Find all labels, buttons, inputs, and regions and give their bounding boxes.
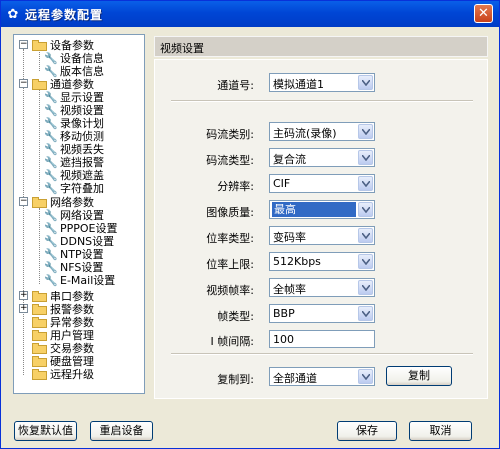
chevron-down-icon[interactable] (358, 306, 373, 321)
tree-item-remote-upgrade[interactable]: 远程升级 (32, 367, 94, 381)
folder-icon (32, 316, 47, 328)
wrench-icon: 🔧 (44, 90, 58, 104)
tree-item-email[interactable]: 🔧 E-Mail设置 (44, 273, 116, 288)
settings-tree[interactable]: − 设备参数 🔧 设备信息 🔧 版本信息 − 通道参数 🔧 显示设置 🔧 视频设… (13, 34, 145, 394)
folder-icon (32, 329, 47, 341)
channel-value: 模拟通道1 (273, 78, 324, 91)
folder-icon (32, 368, 47, 380)
frame-rate-value: 全帧率 (273, 283, 306, 296)
folder-icon (32, 342, 47, 354)
resolution-select[interactable]: CIF (269, 174, 375, 193)
bitrate-limit-value: 512Kbps (273, 255, 321, 268)
folder-icon (32, 290, 47, 302)
restart-device-button[interactable]: 重启设备 (90, 421, 153, 441)
stream-category-select[interactable]: 主码流(录像) (269, 122, 375, 141)
wrench-icon: 🔧 (44, 142, 58, 156)
remote-config-window: ✿ 远程参数配置 ✕ − 设备参数 🔧 设备信息 🔧 版本信息 − 通道参数 🔧… (0, 0, 500, 449)
resolution-value: CIF (273, 177, 291, 190)
wrench-icon: 🔧 (44, 51, 58, 65)
stream-type-select[interactable]: 复合流 (269, 148, 375, 167)
bitrate-limit-select[interactable]: 512Kbps (269, 252, 375, 271)
wrench-icon: 🔧 (44, 208, 58, 222)
wrench-icon: 🔧 (44, 116, 58, 130)
i-frame-interval-label: I 帧间隔: (210, 335, 254, 348)
chevron-down-icon[interactable] (358, 150, 373, 165)
collapse-icon[interactable]: − (19, 40, 28, 49)
frame-type-value: BBP (273, 307, 295, 320)
tree-label: 远程升级 (50, 368, 94, 381)
folder-icon (32, 196, 47, 208)
folder-icon (32, 303, 47, 315)
tree-branch-line (39, 208, 40, 284)
copy-to-label: 复制到: (217, 373, 254, 386)
image-quality-label: 图像质量: (206, 206, 254, 219)
chevron-down-icon[interactable] (358, 254, 373, 269)
stream-category-value: 主码流(录像) (273, 127, 337, 140)
window-title: 远程参数配置 (25, 8, 104, 22)
chevron-down-icon[interactable] (358, 280, 373, 295)
bitrate-limit-label: 位率上限: (206, 258, 254, 271)
wrench-icon: 🔧 (44, 155, 58, 169)
close-button[interactable]: ✕ (474, 4, 493, 23)
restore-default-button[interactable]: 恢复默认值 (14, 421, 77, 441)
panel-title: 视频设置 (160, 42, 204, 55)
chevron-down-icon[interactable] (358, 369, 373, 384)
separator (171, 353, 473, 355)
panel-header: 视频设置 (154, 36, 488, 57)
bitrate-type-value: 变码率 (273, 231, 306, 244)
wrench-icon: 🔧 (44, 103, 58, 117)
collapse-icon[interactable]: − (19, 79, 28, 88)
chevron-down-icon[interactable] (358, 124, 373, 139)
chevron-down-icon[interactable] (358, 228, 373, 243)
frame-rate-label: 视频帧率: (206, 284, 254, 297)
stream-category-label: 码流类别: (206, 128, 254, 141)
wrench-icon: 🔧 (44, 247, 58, 261)
bitrate-type-select[interactable]: 变码率 (269, 226, 375, 245)
wrench-icon: 🔧 (44, 181, 58, 195)
wrench-icon: 🔧 (44, 234, 58, 248)
expand-icon[interactable]: + (19, 304, 28, 313)
folder-icon (32, 78, 47, 90)
frame-rate-select[interactable]: 全帧率 (269, 278, 375, 297)
frame-type-select[interactable]: BBP (269, 304, 375, 323)
folder-icon (32, 39, 47, 51)
folder-icon (32, 355, 47, 367)
tree-branch-line (39, 89, 40, 191)
expand-icon[interactable]: + (19, 291, 28, 300)
tree-label: E-Mail设置 (60, 274, 116, 287)
stream-type-value: 复合流 (273, 153, 306, 166)
copy-button[interactable]: 复制 (386, 366, 452, 386)
wrench-icon: 🔧 (44, 221, 58, 235)
app-gear-icon: ✿ (7, 6, 19, 22)
channel-label: 通道号: (217, 79, 254, 92)
channel-select[interactable]: 模拟通道1 (269, 73, 375, 92)
tree-root-line (23, 49, 24, 375)
chevron-down-icon[interactable] (358, 176, 373, 191)
tree-branch-line (39, 49, 40, 71)
separator (171, 100, 473, 102)
image-quality-value: 最高 (272, 202, 356, 217)
wrench-icon: 🔧 (44, 260, 58, 274)
copy-to-select[interactable]: 全部通道 (269, 367, 375, 386)
resolution-label: 分辨率: (217, 180, 254, 193)
cancel-button[interactable]: 取消 (409, 421, 472, 441)
chevron-down-icon[interactable] (358, 75, 373, 90)
tree-item-osd-overlay[interactable]: 🔧 字符叠加 (44, 181, 104, 196)
copy-to-value: 全部通道 (273, 372, 317, 385)
bitrate-type-label: 位率类型: (206, 232, 254, 245)
title-bar[interactable]: ✿ 远程参数配置 ✕ (1, 1, 499, 27)
collapse-icon[interactable]: − (19, 197, 28, 206)
stream-type-label: 码流类型: (206, 154, 254, 167)
wrench-icon: 🔧 (44, 168, 58, 182)
save-button[interactable]: 保存 (337, 421, 397, 441)
i-frame-interval-value: 100 (273, 333, 294, 346)
image-quality-select[interactable]: 最高 (269, 200, 375, 219)
chevron-down-icon[interactable] (358, 202, 373, 217)
wrench-icon: 🔧 (44, 273, 58, 287)
wrench-icon: 🔧 (44, 129, 58, 143)
frame-type-label: 帧类型: (217, 310, 254, 323)
i-frame-interval-input[interactable]: 100 (269, 330, 375, 348)
